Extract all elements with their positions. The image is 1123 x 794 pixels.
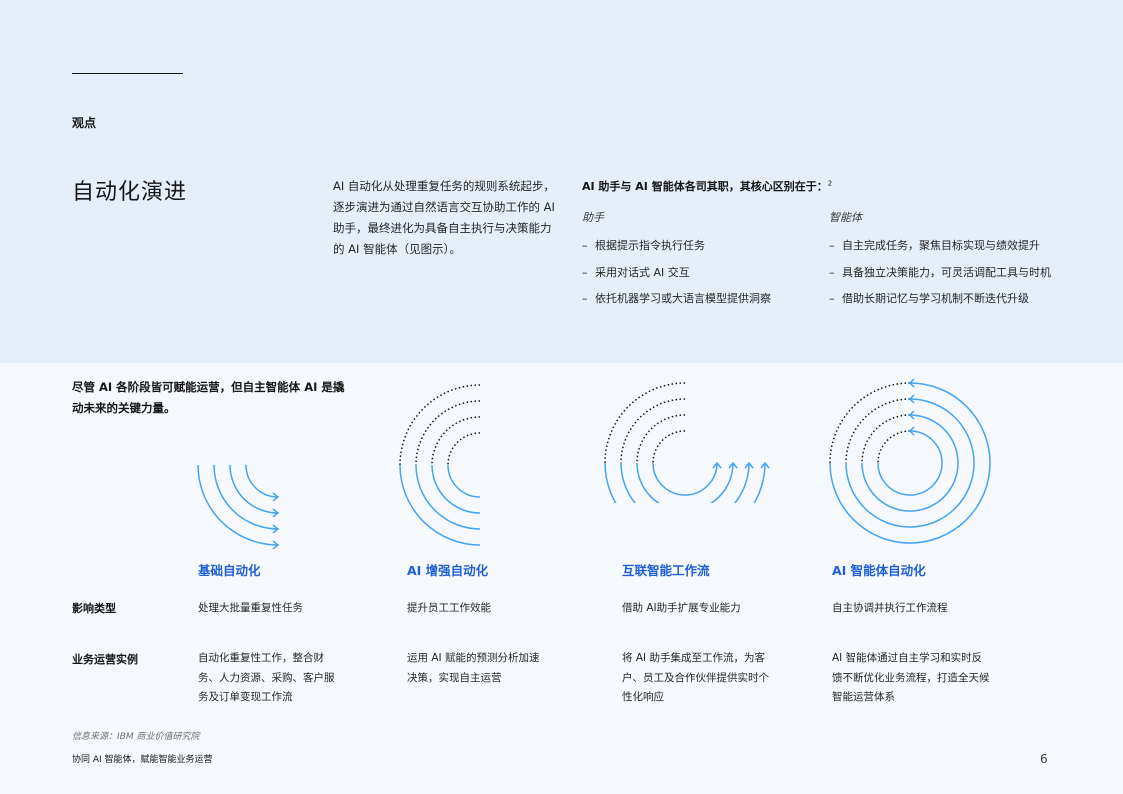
page-title: 自动化演进 [72, 180, 188, 205]
agent-list: 自主完成任务，聚焦目标实现与绩效提升 具备独立决策能力，可灵活调配工具与时机 借… [829, 236, 1061, 316]
intro-paragraph: AI 自动化从处理重复任务的规则系统起步，逐步演进为通过自然语言交互协助工作的 … [333, 179, 555, 256]
example-cell: 将 AI 助手集成至工作流，为客户、员工及合作伙伴提供实时个性化响应 [622, 652, 769, 703]
stage-title-agentic: AI 智能体自动化 [832, 563, 926, 578]
list-item: 具备独立决策能力，可灵活调配工具与时机 [829, 263, 1061, 283]
row-label-impact: 影响类型 [72, 602, 116, 615]
full-circles-arrows-icon [829, 378, 991, 544]
page-number: 6 [1040, 752, 1048, 766]
impact-cell: 自主协调并执行工作流程 [832, 602, 948, 614]
list-item: 自主完成任务，聚焦目标实现与绩效提升 [829, 236, 1061, 256]
section-label: 观点 [72, 116, 97, 130]
stage-title-basic: 基础自动化 [198, 563, 261, 578]
list-item: 采用对话式 AI 交互 [582, 263, 802, 283]
footer-title: 协同 AI 智能体，赋能智能业务运营 [72, 755, 213, 765]
agent-column-label: 智能体 [829, 211, 862, 224]
header-rule [72, 73, 183, 74]
example-cell: AI 智能体通过自主学习和实时反馈不断优化业务流程，打造全天候智能运营体系 [832, 652, 990, 703]
compare-title-text: AI 助手与 AI 智能体各司其职，其核心区别在于： [582, 180, 828, 193]
compare-title: AI 助手与 AI 智能体各司其职，其核心区别在于：2 [582, 178, 832, 194]
list-item: 依托机器学习或大语言模型提供洞察 [582, 289, 802, 309]
stage-title-connected: 互联智能工作流 [622, 563, 710, 578]
impact-cell: 借助 AI助手扩展专业能力 [622, 602, 741, 614]
list-item: 根据提示指令执行任务 [582, 236, 802, 256]
example-cell: 自动化重复性工作，整合财务、人力资源、采购、客户服务及订单变现工作流 [198, 652, 335, 703]
list-item: 借助长期记忆与学习机制不断迭代升级 [829, 289, 1061, 309]
source-note: 信息来源：IBM 商业价值研究院 [72, 732, 200, 742]
half-arcs-dotted-icon [399, 384, 481, 546]
example-cell: 运用 AI 赋能的预测分析加速决策，实现自主运营 [407, 652, 540, 684]
impact-cell: 处理大批量重复性任务 [198, 602, 303, 614]
stage-title-ai-enhanced: AI 增强自动化 [407, 563, 489, 578]
assistant-column-label: 助手 [582, 211, 604, 224]
assistant-list: 根据提示指令执行任务 采用对话式 AI 交互 依托机器学习或大语言模型提供洞察 [582, 236, 802, 316]
key-statement: 尽管 AI 各阶段皆可赋能运营，但自主智能体 AI 是撬动未来的关键力量。 [72, 380, 345, 415]
impact-cell: 提升员工工作效能 [407, 602, 491, 614]
three-quarter-arcs-arrows-icon [604, 382, 770, 503]
quarter-arcs-arrows-icon [197, 464, 280, 550]
footnote-marker: 2 [827, 179, 833, 188]
row-label-example: 业务运营实例 [72, 653, 138, 666]
